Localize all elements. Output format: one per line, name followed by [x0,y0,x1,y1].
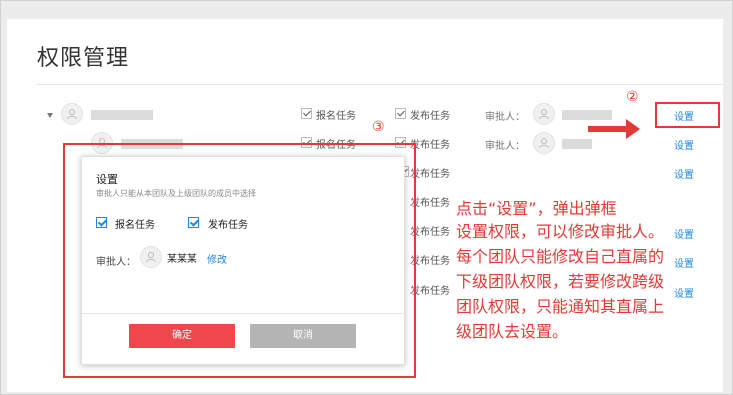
settings-link[interactable]: 设置 [674,285,694,300]
approver-name-redacted [562,139,592,149]
publish-task-label: 发布任务 [410,286,450,297]
approver-avatar [533,132,555,154]
settings-highlight-box [655,102,720,128]
title-divider [37,84,723,85]
settings-link[interactable]: 设置 [674,166,694,181]
publish-task-label: 发布任务 [410,256,450,267]
register-task-checkbox[interactable] [301,108,312,119]
publish-task-label: 发布任务 [410,111,450,122]
approver-label: 审批人： [485,141,525,152]
settings-link[interactable]: 设置 [674,255,694,270]
step-marker-2: ② [626,89,639,105]
approver-avatar [533,103,555,125]
settings-link[interactable]: 设置 [674,226,694,241]
register-task-label: 报名任务 [316,111,356,122]
page-title: 权限管理 [37,46,130,71]
approver-label: 审批人： [485,112,525,123]
annotation-note-line-4: 下级团队权限，若要修改跨级 [456,272,665,291]
settings-link[interactable]: 设置 [674,137,694,152]
arrow-shaft [588,126,628,132]
team-name-redacted [91,110,153,120]
annotation-note-line-5: 团队权限，只能通知其直属上 [456,297,665,316]
publish-task-label: 发布任务 [410,227,450,238]
publish-task-label: 发布任务 [410,169,450,180]
approver-name-redacted [562,110,612,120]
annotation-note-line-1: 点击“设置”，弹出弹框 [456,199,617,218]
annotation-note-line-3: 每个团队只能修改自己直属的 [456,247,665,266]
annotation-note-line-6: 级团队去设置。 [456,322,569,341]
step-marker-3: ③ [372,119,385,135]
publish-task-checkbox[interactable] [395,108,406,119]
expand-caret-icon[interactable] [47,113,53,118]
annotation-note-line-2: 设置权限，可以修改审批人。 [456,222,665,241]
publish-task-label: 发布任务 [410,198,450,209]
team-avatar [61,103,83,125]
arrow-right-icon [626,119,640,139]
publish-task-label: 发布任务 [410,140,450,151]
dialog-highlight-box [63,143,416,378]
